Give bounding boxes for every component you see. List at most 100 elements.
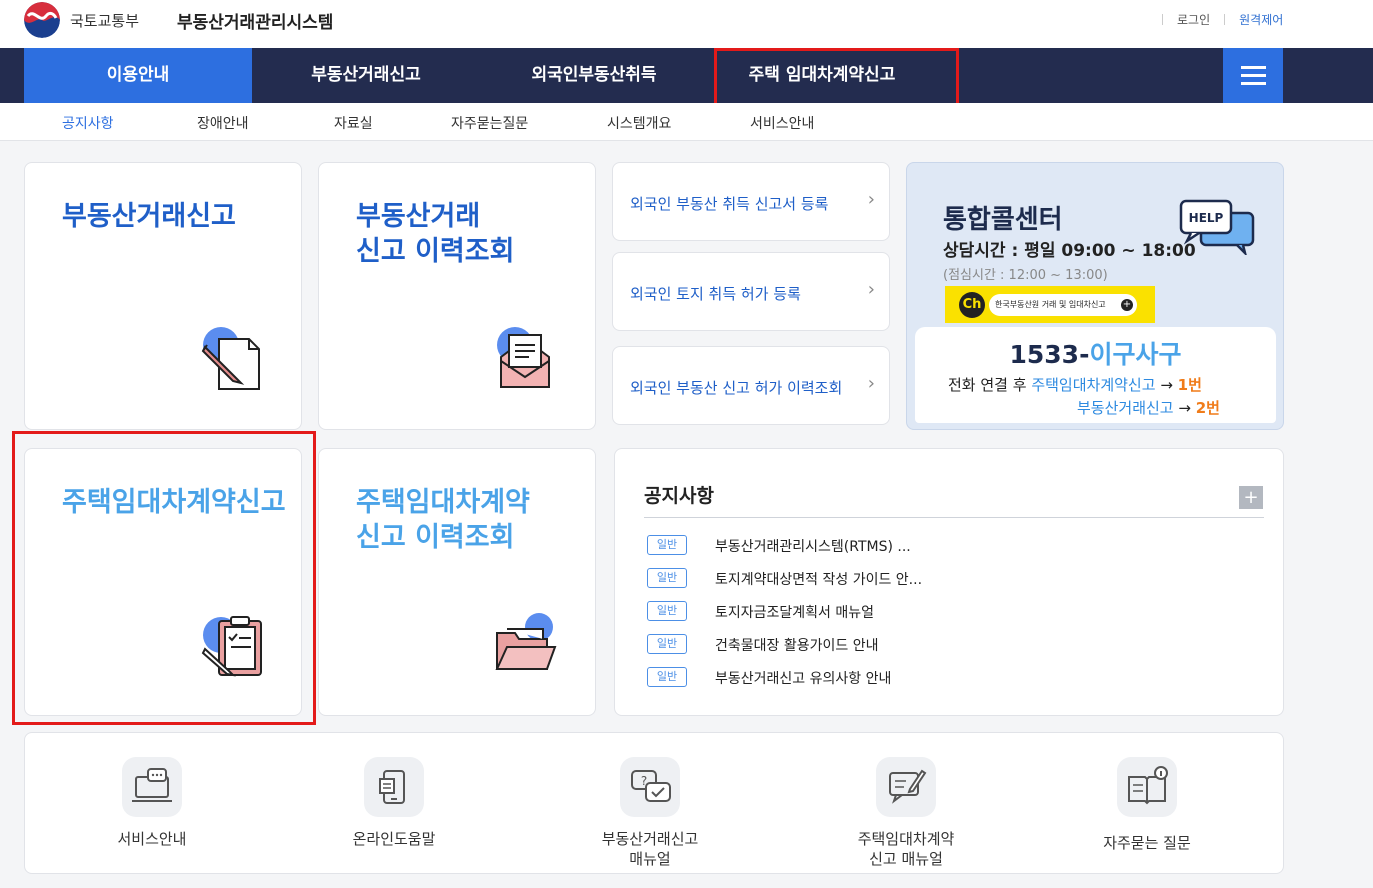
notice-badge: 일반 [647,634,687,654]
link-label: 외국인 부동산 신고 허가 이력조회 [630,379,843,397]
link-label: 외국인 부동산 취득 신고서 등록 [630,195,829,213]
notice-badge: 일반 [647,535,687,555]
notice-badge: 일반 [647,568,687,588]
hamburger-bar [1241,82,1266,85]
government-emblem-logo[interactable] [24,2,60,38]
quick-link-housing-lease-manual[interactable]: 주택임대차계약 신고 매뉴얼 [816,757,996,869]
main-navigation: 이용안내 부동산거래신고 외국인부동산취득 주택 임대차계약신고 [0,48,1373,103]
notice-panel: 공지사항 + 일반 부동산거래관리시스템(RTMS) ... 일반 토지계약대상… [614,448,1284,716]
quick-link-online-help[interactable]: 온라인도움말 [304,757,484,849]
mail-letter-icon [495,327,555,395]
question-bubble-icon: ? [620,757,680,817]
quick-links-bar: 서비스안내 온라인도움말 ? 부동산거래신고 매뉴얼 주택임대차계약 신고 매뉴… [24,732,1284,874]
phone-info-box: 1533-이구사구 전화 연결 후 주택임대차계약신고 → 1번 부동산거래신고… [915,327,1276,423]
label-line: 서비스안내 [117,830,187,848]
kakao-channel-button[interactable]: Ch 한국부동산원 거래 및 임대차신고 + [945,286,1155,323]
subnav-system-overview[interactable]: 시스템개요 [607,113,671,133]
menu-hamburger-button[interactable] [1223,48,1283,103]
utility-links: 로그인 원격제어 [1148,11,1283,28]
kakao-ch-icon: Ch [959,292,985,318]
notice-text[interactable]: 부동산거래신고 유의사항 안내 [715,668,891,688]
quick-link-real-estate-manual[interactable]: ? 부동산거래신고 매뉴얼 [560,757,740,869]
folder-open-icon [493,613,557,677]
card-title: 부동산거래신고 [62,199,236,234]
phone-guide-line2: 부동산거래신고 → 2번 [1077,397,1220,418]
guide-target: 주택임대차계약신고 [1031,376,1156,394]
divider [1224,14,1226,25]
notice-text[interactable]: 부동산거래관리시스템(RTMS) ... [715,536,911,556]
card-housing-lease-report[interactable]: 주택임대차계약신고 [24,448,302,716]
remote-control-link[interactable]: 원격제어 [1239,11,1283,28]
quick-link-faq[interactable]: 자주묻는 질문 [1057,757,1237,853]
call-center-title: 통합콜센터 [943,205,1063,235]
quick-link-service-guide[interactable]: 서비스안내 [62,757,242,849]
label-line: 부동산거래신고 [601,830,699,848]
guide-number: 2번 [1195,399,1220,417]
login-link[interactable]: 로그인 [1177,11,1210,28]
card-title-line: 부동산거래 [356,201,481,232]
guide-target: 부동산거래신고 [1077,399,1174,417]
subnav-notice[interactable]: 공지사항 [62,113,114,133]
notice-badge: 일반 [647,601,687,621]
card-title: 주택임대차계약 신고 이력조회 [356,485,530,555]
quick-link-label: 자주묻는 질문 [1057,833,1237,853]
call-center-lunch: (점심시간 : 12:00 ~ 13:00) [943,268,1108,283]
chevron-right-icon: › [867,373,875,394]
subnav-archive[interactable]: 자료실 [334,113,373,133]
card-title: 부동산거래 신고 이력조회 [356,199,514,269]
quick-link-label: 온라인도움말 [304,829,484,849]
arrow-right-icon: → [1160,376,1173,394]
card-housing-lease-history[interactable]: 주택임대차계약 신고 이력조회 [318,448,596,716]
document-pen-icon [197,327,265,395]
book-info-icon [1117,757,1177,817]
label-line: 온라인도움말 [352,830,436,848]
label-line: 신고 매뉴얼 [869,850,943,868]
top-header: 국토교통부 부동산거래관리시스템 로그인 원격제어 [0,0,1373,48]
divider [1162,14,1163,25]
quick-link-label: 부동산거래신고 매뉴얼 [560,829,740,869]
nav-real-estate-report[interactable]: 부동산거래신고 [252,48,480,103]
clipboard-checklist-icon [201,613,267,681]
subnav-service-guide[interactable]: 서비스안내 [750,113,814,133]
notice-more-button[interactable]: + [1239,486,1263,509]
edit-bubble-icon [876,757,936,817]
mobile-doc-icon [364,757,424,817]
notice-badge: 일반 [647,667,687,687]
subnav-faq[interactable]: 자주묻는질문 [451,113,528,133]
card-real-estate-history[interactable]: 부동산거래 신고 이력조회 [318,162,596,430]
phone-suffix: 이구사구 [1089,340,1182,369]
guide-prefix: 전화 연결 후 [948,376,1027,394]
nav-foreigner-acquisition[interactable]: 외국인부동산취득 [480,48,708,103]
sub-navigation: 공지사항 장애안내 자료실 자주묻는질문 시스템개요 서비스안내 [0,103,1373,141]
link-foreigner-acquisition-register[interactable]: 외국인 부동산 취득 신고서 등록 › [612,162,890,241]
divider [644,517,1264,518]
subnav-outage[interactable]: 장애안내 [197,113,249,133]
help-bubble-icon: HELP [1175,197,1257,259]
label-line: 자주묻는 질문 [1103,834,1191,852]
notice-text[interactable]: 토지계약대상면적 작성 가이드 안... [715,569,922,589]
phone-prefix: 1533- [1009,340,1090,369]
hamburger-bar [1241,74,1266,77]
notice-text[interactable]: 토지자금조달계획서 매뉴얼 [715,602,874,622]
card-title-line: 신고 이력조회 [356,236,515,267]
plus-icon: + [1121,299,1133,311]
label-line: 매뉴얼 [629,850,671,868]
link-foreigner-land-permit[interactable]: 외국인 토지 취득 허가 등록 › [612,252,890,331]
call-center-hours: 상담시간 : 평일 09:00 ~ 18:00 [943,241,1196,261]
nav-housing-lease-report[interactable]: 주택 임대차계약신고 [717,48,927,103]
chevron-right-icon: › [867,189,875,210]
link-foreigner-permit-history[interactable]: 외국인 부동산 신고 허가 이력조회 › [612,346,890,425]
notice-title: 공지사항 [644,485,714,507]
system-name[interactable]: 부동산거래관리시스템 [177,8,333,33]
call-center-panel: 통합콜센터 상담시간 : 평일 09:00 ~ 18:00 (점심시간 : 12… [906,162,1284,430]
label-line: 주택임대차계약 [857,830,955,848]
card-real-estate-report[interactable]: 부동산거래신고 [24,162,302,430]
card-title-line: 주택임대차계약 [356,487,530,518]
card-title-line: 부동산거래신고 [62,201,236,232]
nav-usage-guide[interactable]: 이용안내 [24,48,252,103]
quick-link-label: 서비스안내 [62,829,242,849]
notice-text[interactable]: 건축물대장 활용가이드 안내 [715,635,878,655]
phone-number: 1533-이구사구 [915,335,1276,371]
ministry-name[interactable]: 국토교통부 [70,10,139,31]
laptop-chat-icon [122,757,182,817]
